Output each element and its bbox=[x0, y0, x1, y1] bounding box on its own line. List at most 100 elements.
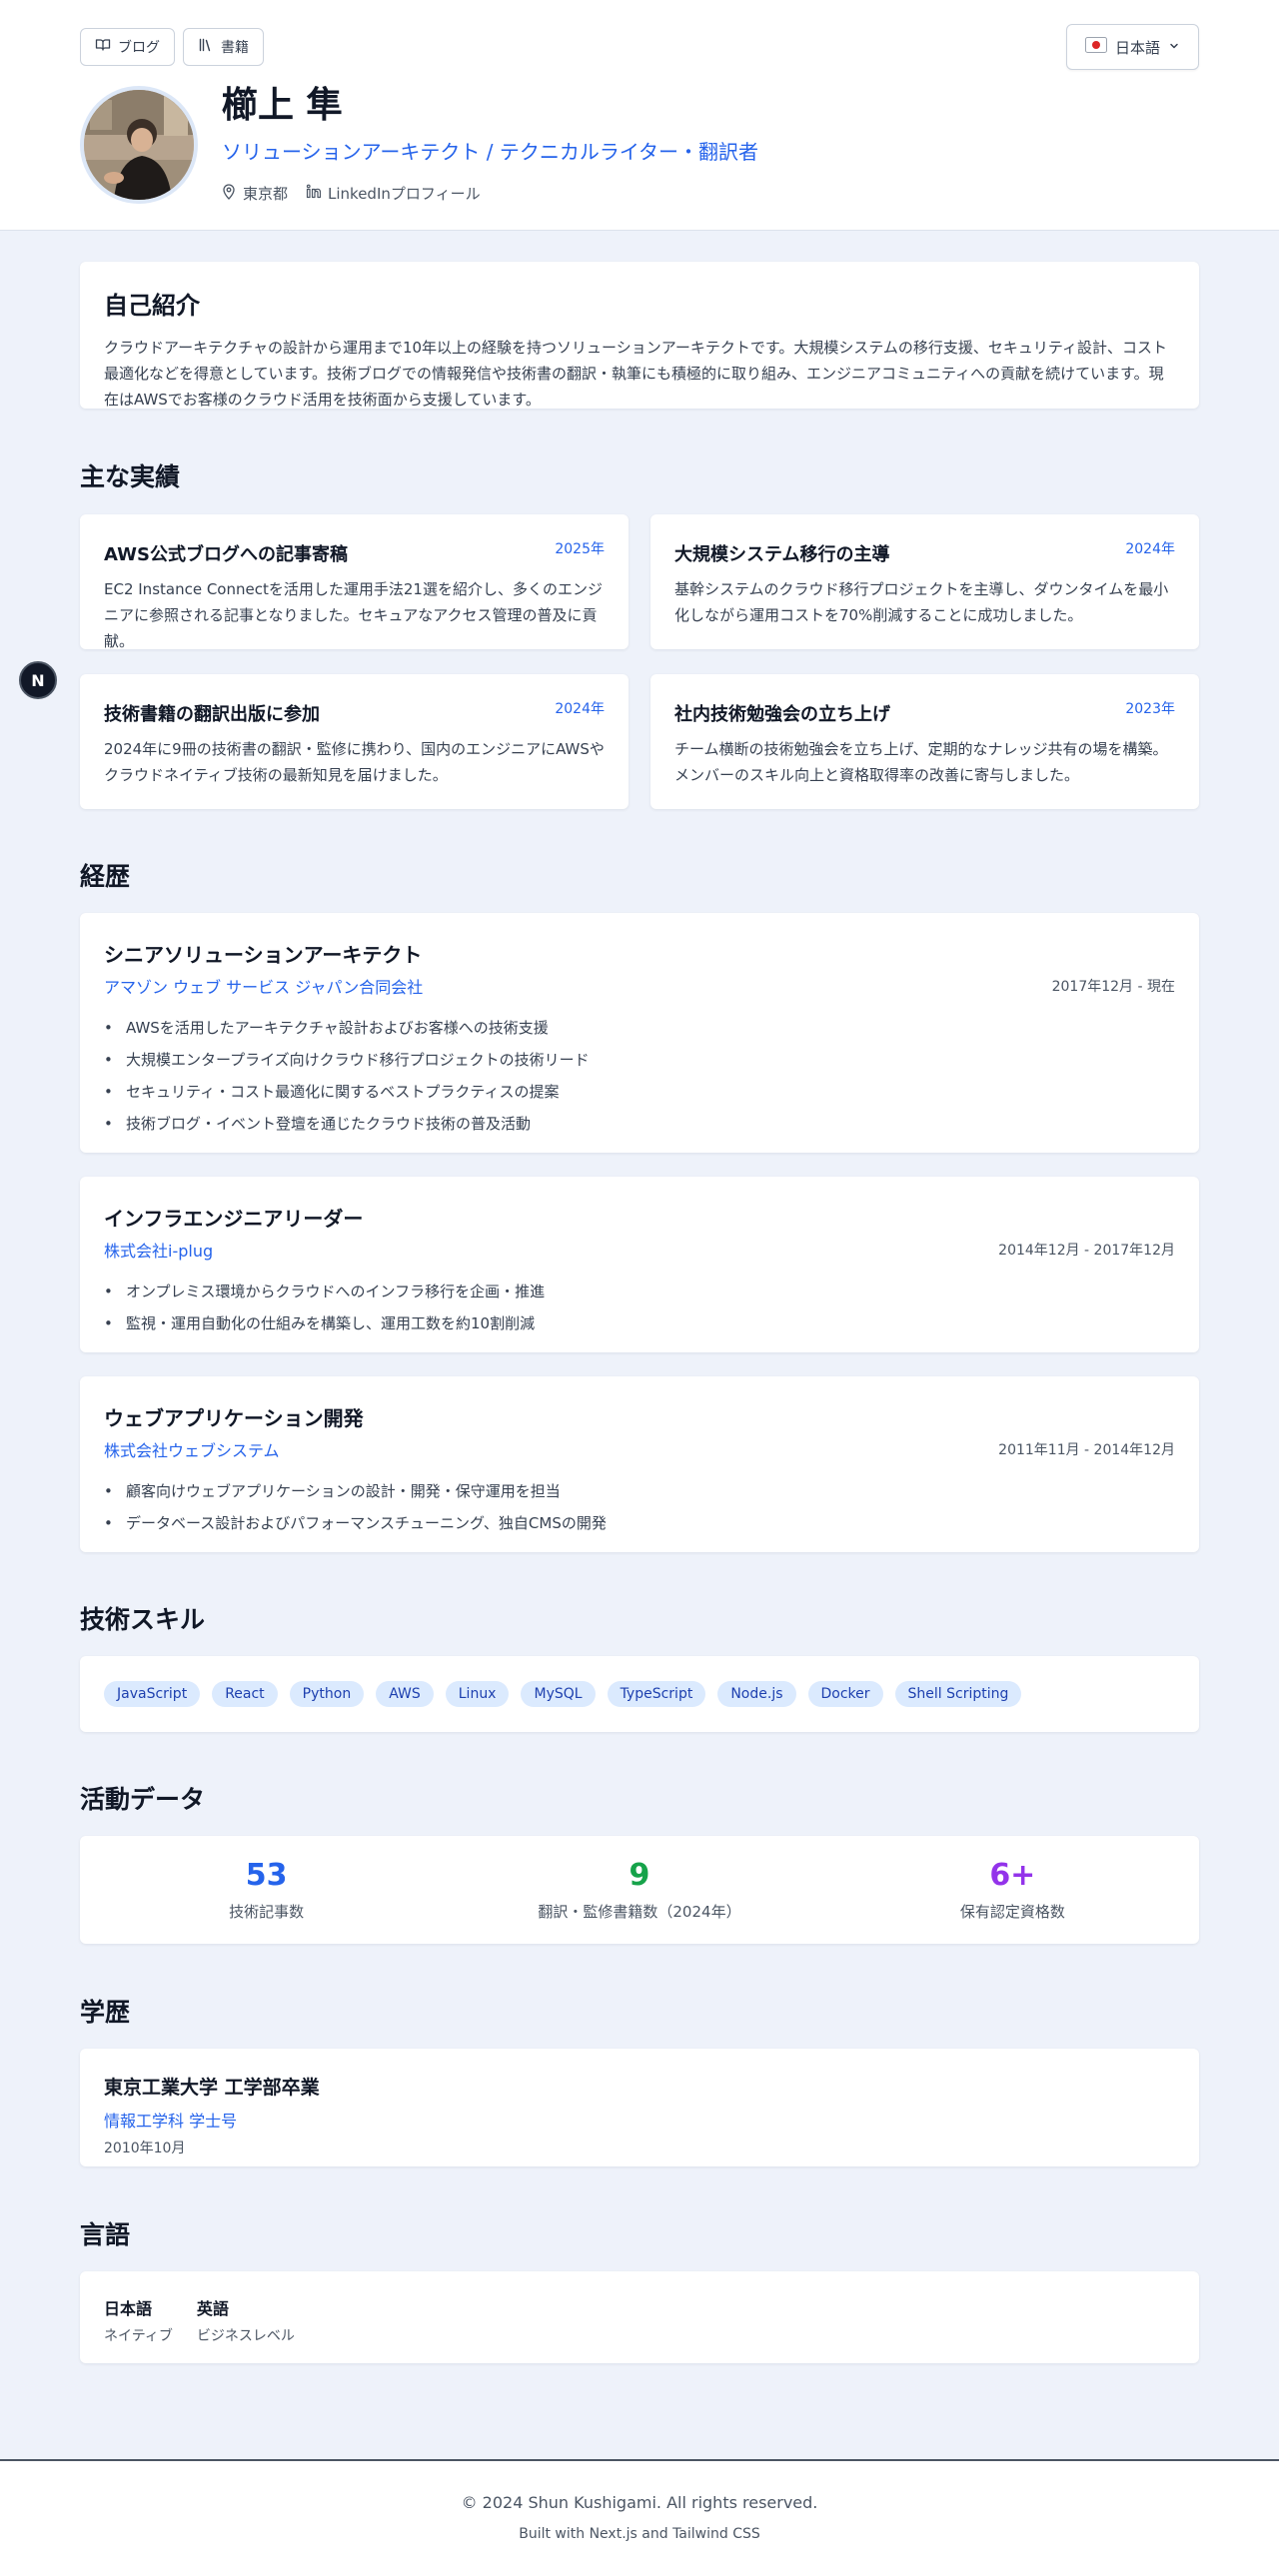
profile-name: 櫛上 隼 bbox=[222, 85, 343, 126]
skill-tag: AWS bbox=[376, 1681, 434, 1707]
language-level: ビジネスレベル bbox=[196, 2328, 295, 2344]
achievement-card: AWS公式ブログへの記事寄稿 2025年 EC2 Instance Connec… bbox=[80, 514, 629, 650]
experience-card: ウェブアプリケーション開発 株式会社ウェブシステム 2011年11月 - 201… bbox=[80, 1376, 1199, 1552]
education-date: 2010年10月 bbox=[104, 2141, 186, 2156]
skills-card: JavaScript React Python AWS Linux MySQL … bbox=[80, 1656, 1199, 1732]
language-item: 日本語 ネイティブ bbox=[104, 2295, 173, 2344]
achievement-year: 2024年 bbox=[1125, 541, 1175, 557]
list-item: 大規模エンタープライズ向けクラウド移行プロジェクトの技術リード bbox=[104, 1044, 1175, 1076]
map-pin-icon bbox=[222, 183, 236, 204]
linkedin-icon bbox=[306, 184, 322, 203]
achievement-year: 2025年 bbox=[555, 541, 605, 557]
language-name: 日本語 bbox=[104, 2299, 153, 2318]
skill-tag: MySQL bbox=[521, 1681, 596, 1707]
experience-card: インフラエンジニアリーダー 株式会社i-plug 2014年12月 - 2017… bbox=[80, 1177, 1199, 1352]
blog-button[interactable]: ブログ bbox=[80, 28, 175, 66]
language-selector-label: 日本語 bbox=[1114, 38, 1160, 57]
footer-copyright: © 2024 Shun Kushigami. All rights reserv… bbox=[461, 2493, 818, 2512]
books-button-label: 書籍 bbox=[221, 40, 249, 56]
stat-label: 翻訳・監修書籍数（2024年） bbox=[538, 1903, 741, 1921]
achievement-desc: 基幹システムのクラウド移行プロジェクトを主導し、ダウンタイムを最小化しながら運用… bbox=[674, 580, 1169, 624]
linkedin-text: LinkedInプロフィール bbox=[328, 185, 481, 203]
nextjs-dev-indicator-button[interactable]: N bbox=[19, 661, 57, 699]
list-item: 顧客向けウェブアプリケーションの設計・開発・保守運用を担当 bbox=[104, 1475, 1175, 1507]
books-button[interactable]: 書籍 bbox=[183, 28, 264, 66]
experience-title: インフラエンジニアリーダー bbox=[104, 1207, 364, 1231]
achievement-desc: EC2 Instance Connectを活用した運用手法21選を紹介し、多くの… bbox=[104, 580, 603, 650]
profile-info: 櫛上 隼 ソリューションアーキテクト / テクニカルライター・翻訳者 東京都 L… bbox=[222, 86, 758, 204]
skills-heading: 技術スキル bbox=[80, 1605, 206, 1634]
library-icon bbox=[198, 37, 214, 57]
experience-period: 2014年12月 - 2017年12月 bbox=[998, 1243, 1175, 1259]
experience-title: シニアソリューションアーキテクト bbox=[104, 943, 423, 967]
stat-item: 9 翻訳・監修書籍数（2024年） bbox=[453, 1836, 825, 1944]
experience-card: シニアソリューションアーキテクト アマゾン ウェブ サービス ジャパン合同会社 … bbox=[80, 913, 1199, 1153]
linkedin-link[interactable]: LinkedInプロフィール bbox=[306, 183, 481, 204]
stat-item: 53 技術記事数 bbox=[80, 1836, 453, 1944]
list-item: セキュリティ・コスト最適化に関するベストプラクティスの提案 bbox=[104, 1076, 1175, 1108]
summary-heading: 自己紹介 bbox=[104, 292, 200, 320]
list-item: AWSを活用したアーキテクチャ設計およびお客様への技術支援 bbox=[104, 1012, 1175, 1044]
experience-bullets: 顧客向けウェブアプリケーションの設計・開発・保守運用を担当 データベース設計およ… bbox=[104, 1475, 1175, 1539]
profile-block: 櫛上 隼 ソリューションアーキテクト / テクニカルライター・翻訳者 東京都 L… bbox=[80, 86, 758, 204]
achievement-year: 2023年 bbox=[1125, 701, 1175, 717]
blog-button-label: ブログ bbox=[118, 40, 160, 56]
achievement-desc: チーム横断の技術勉強会を立ち上げ、定期的なナレッジ共有の場を構築。メンバーのスキ… bbox=[674, 740, 1168, 784]
nextjs-logo-letter: N bbox=[31, 670, 45, 690]
site-footer: © 2024 Shun Kushigami. All rights reserv… bbox=[0, 2459, 1279, 2576]
site-header: ブログ 書籍 日本語 櫛上 隼 ソリューションアーキテクト / テクニカルライタ… bbox=[0, 0, 1279, 231]
achievement-title: 社内技術勉強会の立ち上げ bbox=[674, 704, 890, 725]
language-level: ネイティブ bbox=[104, 2328, 173, 2344]
experience-bullets: AWSを活用したアーキテクチャ設計およびお客様への技術支援 大規模エンタープライ… bbox=[104, 1012, 1175, 1140]
experience-company: 株式会社i-plug bbox=[104, 1242, 214, 1261]
experience-period: 2017年12月 - 現在 bbox=[1051, 979, 1175, 995]
summary-card: 自己紹介 クラウドアーキテクチャの設計から運用まで10年以上の経験を持つソリュー… bbox=[80, 262, 1199, 409]
achievement-title: AWS公式ブログへの記事寄稿 bbox=[104, 544, 348, 565]
book-open-icon bbox=[95, 37, 111, 57]
achievement-title: 技術書籍の翻訳出版に参加 bbox=[104, 704, 320, 725]
skill-tag: Node.js bbox=[717, 1681, 796, 1707]
education-degree: 情報工学科 学士号 bbox=[104, 2112, 238, 2131]
avatar bbox=[80, 86, 198, 204]
education-card: 東京工業大学 工学部卒業 情報工学科 学士号 2010年10月 bbox=[80, 2049, 1199, 2166]
stat-value: 9 bbox=[629, 1858, 650, 1893]
list-item: データベース設計およびパフォーマンスチューニング、独自CMSの開発 bbox=[104, 1507, 1175, 1539]
chevron-down-icon bbox=[1168, 38, 1180, 56]
language-selector[interactable]: 日本語 bbox=[1065, 24, 1199, 70]
stats-card: 53 技術記事数 9 翻訳・監修書籍数（2024年） 6+ 保有認定資格数 bbox=[80, 1836, 1199, 1944]
list-item: オンプレミス環境からクラウドへのインフラ移行を企画・推進 bbox=[104, 1276, 1175, 1307]
skill-tag: JavaScript bbox=[104, 1681, 201, 1707]
stat-value: 53 bbox=[245, 1858, 288, 1893]
skill-tag: TypeScript bbox=[607, 1681, 706, 1707]
footer-built-with: Built with Next.js and Tailwind CSS bbox=[519, 2526, 760, 2542]
achievement-year: 2024年 bbox=[555, 701, 605, 717]
experience-company: 株式会社ウェブシステム bbox=[104, 1441, 280, 1460]
experience-period: 2011年11月 - 2014年12月 bbox=[998, 1442, 1175, 1458]
language-item: 英語 ビジネスレベル bbox=[196, 2295, 295, 2344]
achievements-heading: 主な実績 bbox=[80, 462, 181, 491]
education-school: 東京工業大学 工学部卒業 bbox=[104, 2077, 320, 2099]
profile-title: ソリューションアーキテクト / テクニカルライター・翻訳者 bbox=[222, 140, 759, 164]
top-nav: ブログ 書籍 bbox=[80, 28, 264, 66]
achievement-card: 社内技術勉強会の立ち上げ 2023年 チーム横断の技術勉強会を立ち上げ、定期的な… bbox=[650, 674, 1199, 809]
list-item: 技術ブログ・イベント登壇を通じたクラウド技術の普及活動 bbox=[104, 1108, 1175, 1140]
skill-tag: Linux bbox=[445, 1681, 510, 1707]
stat-label: 保有認定資格数 bbox=[959, 1903, 1065, 1921]
achievement-desc: 2024年に9冊の技術書の翻訳・監修に携わり、国内のエンジニアにAWSやクラウド… bbox=[104, 740, 605, 784]
skill-tag: React bbox=[212, 1681, 278, 1707]
languages-card: 日本語 ネイティブ 英語 ビジネスレベル bbox=[80, 2271, 1199, 2363]
education-heading: 学歴 bbox=[80, 1998, 131, 2027]
list-item: 監視・運用自動化の仕組みを構築し、運用工数を約10割削減 bbox=[104, 1307, 1175, 1339]
stat-item: 6+ 保有認定資格数 bbox=[826, 1836, 1199, 1944]
achievement-title: 大規模システム移行の主導 bbox=[674, 544, 890, 565]
language-name: 英語 bbox=[196, 2299, 229, 2318]
experience-title: ウェブアプリケーション開発 bbox=[104, 1406, 364, 1430]
skill-tag: Docker bbox=[807, 1681, 883, 1707]
stat-label: 技術記事数 bbox=[229, 1903, 305, 1921]
experience-heading: 経歴 bbox=[80, 862, 131, 891]
achievement-card: 技術書籍の翻訳出版に参加 2024年 2024年に9冊の技術書の翻訳・監修に携わ… bbox=[80, 674, 629, 809]
summary-text: クラウドアーキテクチャの設計から運用まで10年以上の経験を持つソリューションアー… bbox=[104, 339, 1167, 409]
stats-heading: 活動データ bbox=[80, 1785, 206, 1814]
achievement-card: 大規模システム移行の主導 2024年 基幹システムのクラウド移行プロジェクトを主… bbox=[650, 514, 1199, 649]
skill-tag: Shell Scripting bbox=[894, 1681, 1022, 1707]
